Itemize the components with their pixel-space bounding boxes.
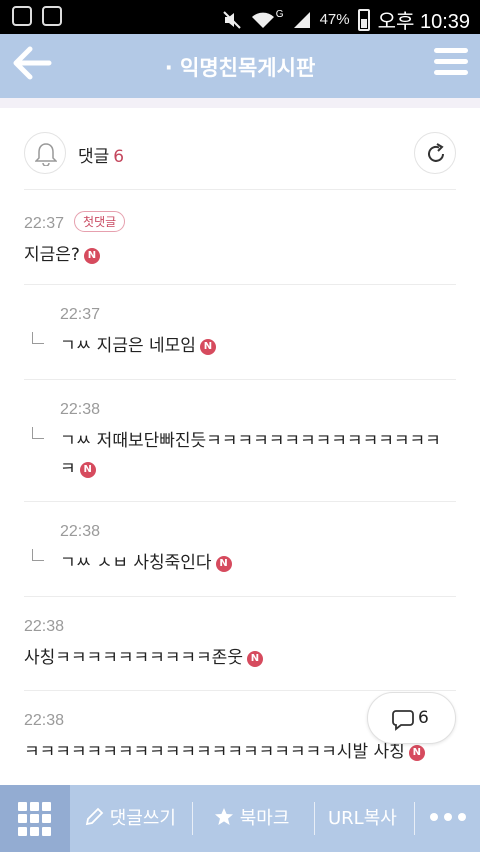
page-title: · 익명친목게시판 bbox=[164, 56, 316, 80]
reply-arrow-icon bbox=[32, 332, 44, 344]
app-header: · 익명친목게시판 bbox=[0, 34, 480, 98]
new-icon: N bbox=[199, 339, 216, 355]
status-bar: G 47% 오후 10:39 bbox=[0, 0, 480, 34]
comment-item: 22:37 첫댓글 지금은? N bbox=[24, 211, 456, 269]
new-icon: N bbox=[79, 462, 96, 478]
bottom-toolbar: 댓글쓰기 북마크 URL복사 bbox=[0, 785, 480, 852]
separator bbox=[414, 802, 415, 835]
divider bbox=[24, 379, 456, 380]
new-icon: N bbox=[246, 651, 263, 667]
more-icon[interactable] bbox=[430, 813, 466, 821]
divider bbox=[24, 690, 456, 691]
separator bbox=[192, 802, 193, 835]
comment-bubble-icon bbox=[392, 710, 414, 731]
comment-text: ㅋㅋㅋㅋㅋㅋㅋㅋㅋㅋㅋㅋㅋㅋㅋㅋㅋㅋㅋㅋ시발 사칭 bbox=[24, 742, 405, 762]
comment-time: 22:37 bbox=[60, 306, 101, 323]
comment-count: 6 bbox=[113, 147, 125, 167]
mute-icon bbox=[223, 10, 241, 29]
reply-arrow-icon bbox=[32, 427, 44, 439]
comment-time: 22:38 bbox=[24, 618, 65, 635]
reply-arrow-icon bbox=[32, 549, 44, 561]
refresh-icon[interactable] bbox=[414, 132, 456, 174]
network-type: G bbox=[275, 9, 284, 20]
write-comment-label: 댓글쓰기 bbox=[109, 808, 176, 829]
star-icon bbox=[215, 808, 233, 825]
divider bbox=[24, 284, 456, 285]
divider bbox=[24, 596, 456, 597]
clock: 오후 10:39 bbox=[377, 11, 470, 33]
bell-icon[interactable] bbox=[24, 132, 66, 174]
app-icon bbox=[12, 6, 32, 26]
comment-text: ㄱㅆ 지금은 네모임 bbox=[60, 336, 196, 356]
bookmark-label: 북마크 bbox=[239, 808, 290, 829]
bookmark-button[interactable]: 북마크 bbox=[214, 785, 289, 852]
pencil-icon bbox=[85, 807, 104, 826]
url-copy-label: URL복사 bbox=[328, 808, 397, 829]
reply-item: 22:37 ㄱㅆ 지금은 네모임 N bbox=[24, 306, 456, 360]
wifi-icon bbox=[251, 12, 274, 28]
battery-icon bbox=[357, 8, 370, 31]
comment-time: 22:38 bbox=[60, 401, 101, 418]
comment-time: 22:37 bbox=[24, 215, 65, 232]
menu-icon[interactable] bbox=[434, 48, 468, 80]
new-icon: N bbox=[408, 745, 425, 761]
grid-icon[interactable] bbox=[0, 785, 70, 852]
divider bbox=[24, 189, 456, 190]
comment-item: 22:38 사칭ㅋㅋㅋㅋㅋㅋㅋㅋㅋㅋ존웃 N bbox=[24, 618, 456, 672]
comments-label: 댓글 6 bbox=[78, 142, 124, 167]
image-icon bbox=[42, 6, 62, 26]
comments-header: 댓글 6 bbox=[24, 132, 456, 176]
comment-text: ㄱㅆ ㅅㅂ 사칭죽인다 bbox=[60, 553, 212, 573]
comment-count-button[interactable]: 6 bbox=[367, 692, 456, 744]
comment-count-label: 6 bbox=[418, 708, 429, 728]
divider bbox=[24, 501, 456, 502]
comment-text: 지금은? bbox=[24, 245, 80, 265]
separator bbox=[314, 802, 315, 835]
first-comment-badge: 첫댓글 bbox=[74, 211, 126, 232]
header-divider bbox=[0, 98, 480, 108]
comment-text: 사칭ㅋㅋㅋㅋㅋㅋㅋㅋㅋㅋ존웃 bbox=[24, 648, 243, 668]
new-icon: N bbox=[215, 556, 232, 572]
signal-icon bbox=[293, 11, 310, 28]
battery-percent: 47% bbox=[319, 11, 350, 28]
comment-text: ㄱㅆ 저때보단빠진듯ㅋㅋㅋㅋㅋㅋㅋㅋㅋㅋㅋㅋㅋㅋㅋㅋ bbox=[60, 431, 441, 479]
comments-title: 댓글 bbox=[78, 147, 110, 167]
comment-time: 22:38 bbox=[60, 523, 101, 540]
write-comment-button[interactable]: 댓글쓰기 bbox=[84, 785, 176, 852]
new-icon: N bbox=[83, 248, 100, 264]
reply-item: 22:38 ㄱㅆ ㅅㅂ 사칭죽인다 N bbox=[24, 523, 456, 577]
url-copy-button[interactable]: URL복사 bbox=[328, 785, 397, 852]
reply-item: 22:38 ㄱㅆ 저때보단빠진듯ㅋㅋㅋㅋㅋㅋㅋㅋㅋㅋㅋㅋㅋㅋㅋㅋ N bbox=[24, 401, 456, 483]
